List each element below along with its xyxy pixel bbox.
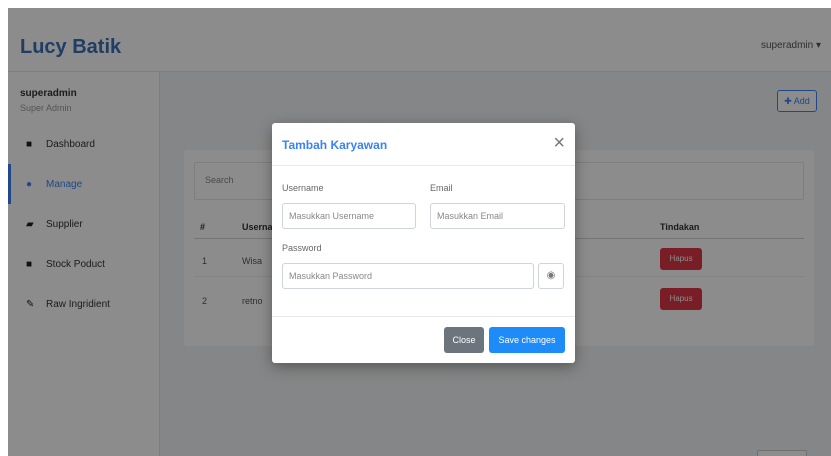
save-changes-button[interactable]: Save changes [489, 327, 565, 353]
email-field[interactable]: Masukkan Email [430, 203, 565, 229]
password-field[interactable]: Masukkan Password [282, 263, 534, 289]
password-label: Password [282, 243, 322, 253]
modal-title: Tambah Karyawan [282, 138, 388, 152]
modal-header-divider [272, 165, 575, 166]
add-employee-modal: Tambah Karyawan × Username Masukkan User… [272, 123, 575, 363]
email-label: Email [430, 183, 453, 193]
username-label: Username [282, 183, 324, 193]
username-field[interactable]: Masukkan Username [282, 203, 416, 229]
eye-icon[interactable]: ◉ [538, 263, 564, 289]
close-icon[interactable]: × [553, 133, 565, 153]
close-button[interactable]: Close [444, 327, 484, 353]
modal-footer-divider [272, 316, 575, 317]
app-frame: Lucy Batik superadmin ▾ superadmin Super… [8, 8, 831, 456]
